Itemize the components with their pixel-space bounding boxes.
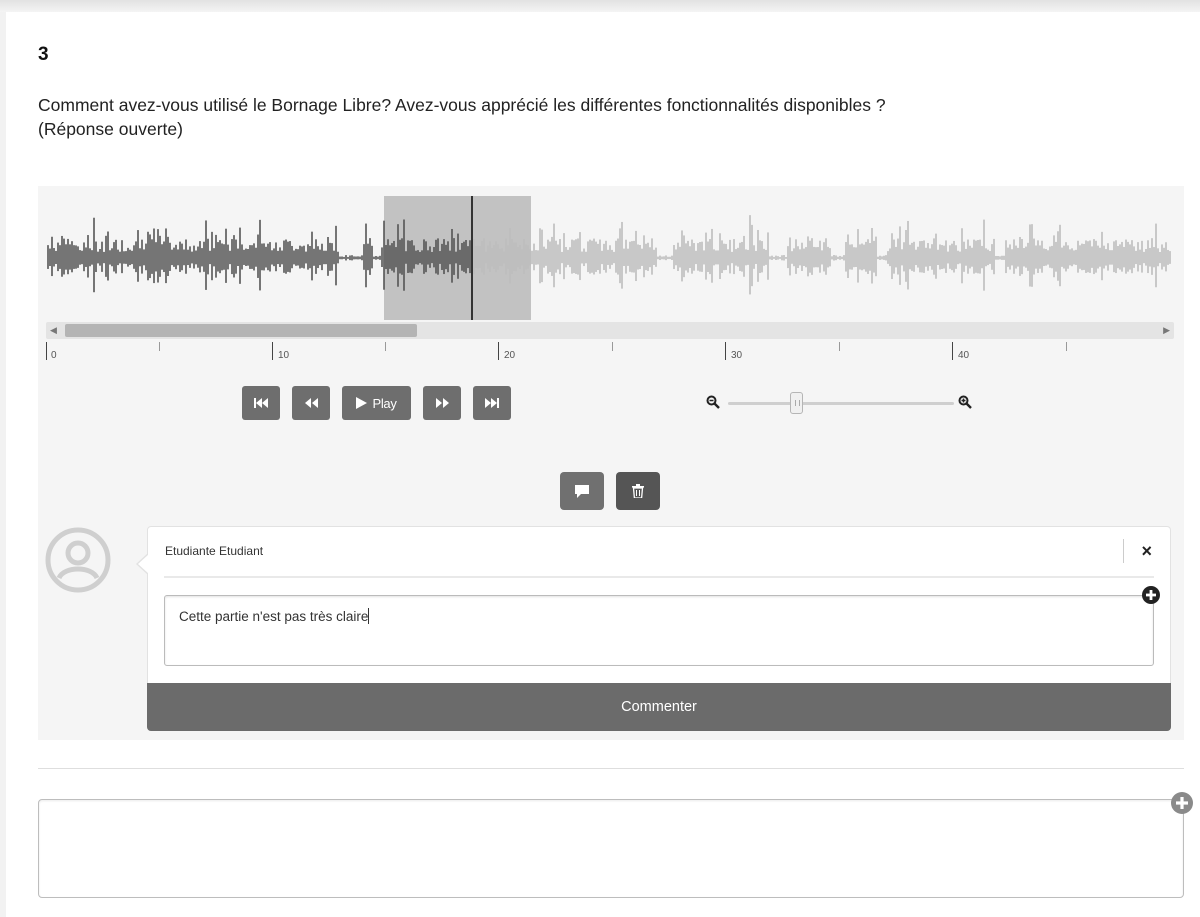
waveform[interactable] <box>46 196 1176 320</box>
text-caret <box>368 608 370 624</box>
play-icon <box>356 397 368 409</box>
timeline-label: 40 <box>958 350 970 361</box>
audio-player-panel: ◀ ▶ 0 10 20 30 40 Play Etudiante Etudian… <box>38 186 1184 740</box>
comment-text: Cette partie n'est pas très claire <box>179 609 369 624</box>
timeline-label: 10 <box>278 350 290 361</box>
timeline-tick <box>272 342 273 360</box>
timeline-tick <box>498 342 499 360</box>
timeline-ruler: 0 10 20 30 40 <box>46 342 1174 364</box>
zoom-out-icon[interactable] <box>706 395 720 414</box>
timeline-tick <box>159 342 160 351</box>
trash-icon <box>632 484 644 498</box>
fast-forward-button[interactable] <box>423 386 461 420</box>
play-button[interactable]: Play <box>342 386 411 420</box>
timeline-tick <box>385 342 386 351</box>
expand-plus-icon[interactable] <box>1170 791 1194 815</box>
delete-button[interactable] <box>616 472 660 510</box>
question-text: Comment avez-vous utilisé le Bornage Lib… <box>38 93 1138 141</box>
comment-author: Etudiante Etudiant <box>165 544 264 558</box>
scrollbar-thumb[interactable] <box>65 324 417 337</box>
comment-icon <box>575 484 589 498</box>
timeline-label: 20 <box>504 350 516 361</box>
timeline-tick <box>725 342 726 360</box>
card-divider <box>164 576 1154 578</box>
timeline-tick <box>1066 342 1067 351</box>
fast-forward-icon <box>435 398 449 408</box>
left-border <box>0 12 6 917</box>
skip-to-start-button[interactable] <box>242 386 280 420</box>
timeline-tick <box>612 342 613 351</box>
timeline-tick <box>952 342 953 360</box>
close-comment-button[interactable]: × <box>1141 539 1152 563</box>
waveform-bars <box>47 215 1171 295</box>
zoom-in-icon[interactable] <box>958 395 972 414</box>
skip-to-end-button[interactable] <box>473 386 511 420</box>
zoom-slider-track[interactable] <box>728 392 954 414</box>
timeline-tick <box>46 342 47 360</box>
rewind-button[interactable] <box>292 386 330 420</box>
user-avatar-icon <box>45 527 111 593</box>
comment-textarea[interactable]: Cette partie n'est pas très claire <box>164 595 1154 666</box>
question-text-line-1: Comment avez-vous utilisé le Bornage Lib… <box>38 95 886 115</box>
skip-to-end-icon <box>485 398 499 408</box>
answer-textarea[interactable] <box>38 799 1184 898</box>
comment-card: Etudiante Etudiant × Cette partie n'est … <box>136 526 1171 731</box>
add-comment-button[interactable] <box>560 472 604 510</box>
play-label: Play <box>372 395 397 411</box>
timeline-tick <box>839 342 840 351</box>
question-number: 3 <box>38 44 49 65</box>
rewind-icon <box>304 398 318 408</box>
scroll-left-arrow-icon[interactable]: ◀ <box>50 323 57 338</box>
submit-comment-button[interactable]: Commenter <box>147 683 1171 731</box>
zoom-slider-thumb[interactable] <box>790 392 803 414</box>
top-border <box>0 0 1200 12</box>
scroll-right-arrow-icon[interactable]: ▶ <box>1163 323 1170 338</box>
waveform-scrollbar[interactable]: ◀ ▶ <box>46 322 1174 339</box>
section-divider <box>38 768 1184 769</box>
header-separator <box>1123 539 1124 563</box>
zoom-control <box>706 392 974 414</box>
expand-plus-icon[interactable] <box>1141 585 1161 605</box>
timeline-label: 30 <box>731 350 743 361</box>
timeline-label: 0 <box>51 350 57 361</box>
skip-to-start-icon <box>254 398 268 408</box>
question-text-line-2: (Réponse ouverte) <box>38 119 183 139</box>
